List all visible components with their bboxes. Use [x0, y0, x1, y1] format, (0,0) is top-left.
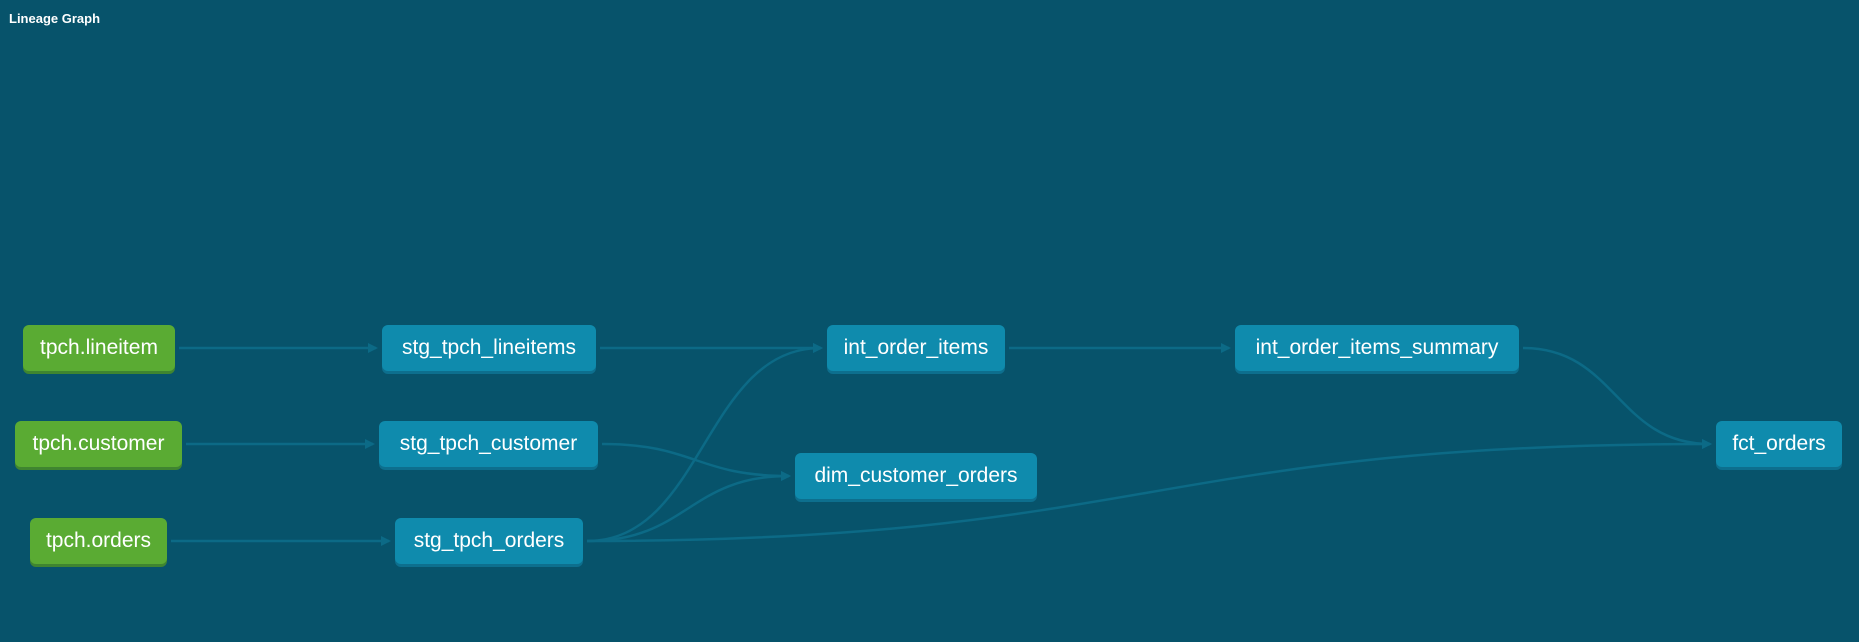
edge-stg_tpch_orders-to-fct_orders [586, 439, 1712, 543]
node-fct-orders[interactable]: fct_orders [1716, 421, 1842, 467]
node-dim-customer-orders[interactable]: dim_customer_orders [795, 453, 1037, 499]
edge-int_order_items_summary-to-fct_orders [1522, 346, 1712, 449]
node-int-order-items-summary[interactable]: int_order_items_summary [1235, 325, 1519, 371]
node-stg-tpch-customer[interactable]: stg_tpch_customer [379, 421, 598, 467]
node-label: int_order_items [843, 336, 989, 359]
edge-stg_tpch_customer-to-dim_customer_orders [601, 442, 791, 481]
lineage-graph-canvas[interactable]: Lineage Graph tpch.lineitem tpch.custome… [0, 0, 1859, 642]
node-label: stg_tpch_orders [413, 529, 565, 552]
node-label: dim_customer_orders [814, 464, 1018, 487]
node-label: stg_tpch_lineitems [402, 336, 576, 359]
node-label: int_order_items_summary [1255, 336, 1499, 359]
edge-stg_tpch_orders-to-dim_customer_orders [586, 471, 791, 543]
node-int-order-items[interactable]: int_order_items [827, 325, 1005, 371]
node-tpch-lineitem[interactable]: tpch.lineitem [23, 325, 175, 371]
edges-layer [170, 343, 1712, 546]
node-label: fct_orders [1732, 432, 1826, 455]
node-tpch-customer[interactable]: tpch.customer [15, 421, 182, 467]
node-tpch-orders[interactable]: tpch.orders [30, 518, 167, 564]
node-label: tpch.lineitem [40, 336, 158, 359]
node-stg-tpch-lineitems[interactable]: stg_tpch_lineitems [382, 325, 596, 371]
node-label: stg_tpch_customer [399, 432, 578, 455]
node-label: tpch.orders [45, 529, 152, 552]
node-stg-tpch-orders[interactable]: stg_tpch_orders [395, 518, 583, 564]
node-label: tpch.customer [32, 432, 165, 455]
